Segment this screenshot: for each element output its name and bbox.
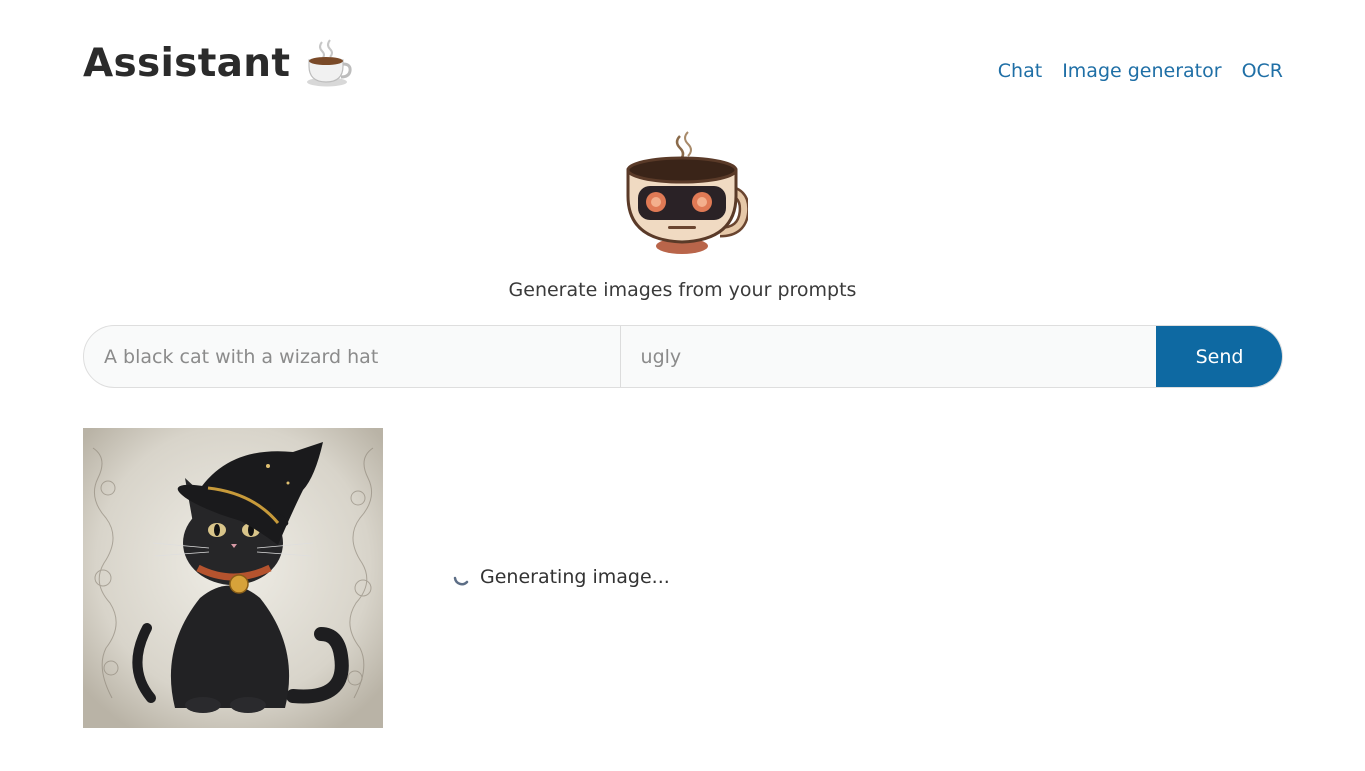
loading-indicator: Generating image... [452, 566, 670, 588]
brand: Assistant [83, 38, 352, 88]
app-title: Assistant [83, 40, 291, 86]
nav-link-image-generator[interactable]: Image generator [1062, 60, 1221, 82]
spinner-icon [453, 576, 469, 586]
nav-link-ocr[interactable]: OCR [1242, 60, 1283, 82]
send-button[interactable]: Send [1156, 326, 1282, 387]
page-subtitle: Generate images from your prompts [508, 279, 857, 301]
generate-form: Send [83, 325, 1283, 388]
prompt-input[interactable] [84, 326, 621, 387]
negative-prompt-input[interactable] [620, 326, 1157, 387]
robot-coffee-cup-mascot [626, 131, 748, 254]
generated-image-black-cat-wizard-hat[interactable] [83, 428, 383, 728]
coffee-cup-icon [307, 39, 352, 87]
header: Assistant Chat Image generator OCR [83, 0, 1283, 110]
top-nav: Chat Image generator OCR [998, 60, 1283, 82]
loading-text: Generating image... [480, 566, 670, 588]
nav-link-chat[interactable]: Chat [998, 60, 1042, 82]
